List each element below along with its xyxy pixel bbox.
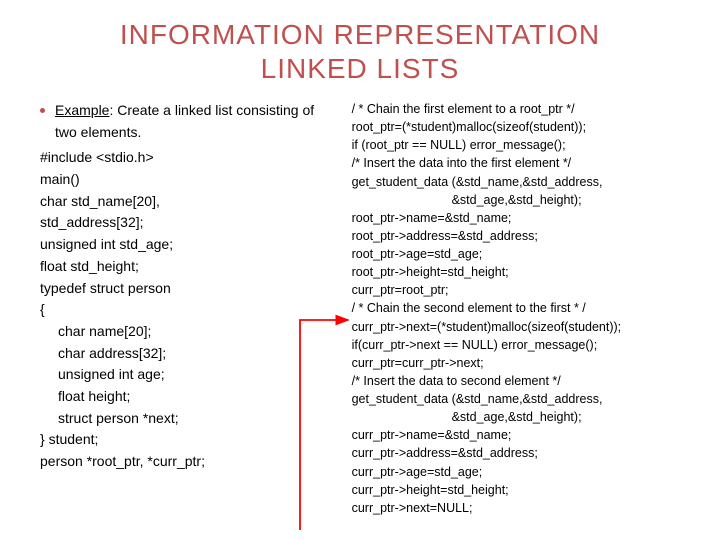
code-line: get_student_data (&std_name,&std_address…	[352, 173, 702, 191]
code-line: char name[20];	[40, 321, 336, 343]
code-line: curr_ptr->height=std_height;	[352, 481, 702, 499]
bullet-underline: Example	[55, 102, 109, 118]
code-line: main()	[40, 169, 336, 191]
code-line: / * Chain the second element to the firs…	[352, 299, 702, 317]
title-line2: LINKED LISTS	[261, 53, 460, 84]
code-line: curr_ptr=root_ptr;	[352, 281, 702, 299]
code-line: curr_ptr->next=NULL;	[352, 499, 702, 517]
bullet-icon	[40, 108, 45, 113]
title-line1: INFORMATION REPRESENTATION	[120, 19, 600, 50]
code-line: get_student_data (&std_name,&std_address…	[352, 390, 702, 408]
code-line: unsigned int age;	[40, 364, 336, 386]
example-bullet: Example: Create a linked list consisting…	[40, 100, 336, 143]
code-line: curr_ptr->next=(*student)malloc(sizeof(s…	[352, 318, 702, 336]
code-line: #include <stdio.h>	[40, 147, 336, 169]
code-line: struct person *next;	[40, 408, 336, 430]
code-line: if (root_ptr == NULL) error_message();	[352, 136, 702, 154]
content-area: Example: Create a linked list consisting…	[0, 100, 720, 540]
code-line: float std_height;	[40, 256, 336, 278]
slide-title: INFORMATION REPRESENTATION LINKED LISTS	[0, 0, 720, 85]
left-column: Example: Create a linked list consisting…	[0, 100, 346, 540]
code-line: curr_ptr->age=std_age;	[352, 463, 702, 481]
code-line: } student;	[40, 429, 336, 451]
code-line: curr_ptr->address=&std_address;	[352, 444, 702, 462]
code-line: if(curr_ptr->next == NULL) error_message…	[352, 336, 702, 354]
slide: INFORMATION REPRESENTATION LINKED LISTS …	[0, 0, 720, 540]
code-line: root_ptr->age=std_age;	[352, 245, 702, 263]
code-line: root_ptr->height=std_height;	[352, 263, 702, 281]
code-line: curr_ptr->name=&std_name;	[352, 426, 702, 444]
code-line: root_ptr=(*student)malloc(sizeof(student…	[352, 118, 702, 136]
code-line: &std_age,&std_height);	[352, 191, 702, 209]
code-line: float height;	[40, 386, 336, 408]
code-line: root_ptr->name=&std_name;	[352, 209, 702, 227]
code-line: / * Chain the first element to a root_pt…	[352, 100, 702, 118]
code-line: char address[32];	[40, 343, 336, 365]
code-line: typedef struct person	[40, 278, 336, 300]
bullet-text: Example: Create a linked list consisting…	[55, 100, 336, 143]
code-line: char std_name[20],	[40, 191, 336, 213]
right-column: / * Chain the first element to a root_pt…	[346, 100, 720, 540]
code-line: unsigned int std_age;	[40, 234, 336, 256]
code-line: root_ptr->address=&std_address;	[352, 227, 702, 245]
code-line: /* Insert the data into the first elemen…	[352, 154, 702, 172]
code-line: std_address[32];	[40, 212, 336, 234]
code-line: &std_age,&std_height);	[352, 408, 702, 426]
code-line: {	[40, 299, 336, 321]
code-line: /* Insert the data to second element */	[352, 372, 702, 390]
code-line: curr_ptr=curr_ptr->next;	[352, 354, 702, 372]
code-line: person *root_ptr, *curr_ptr;	[40, 451, 336, 473]
